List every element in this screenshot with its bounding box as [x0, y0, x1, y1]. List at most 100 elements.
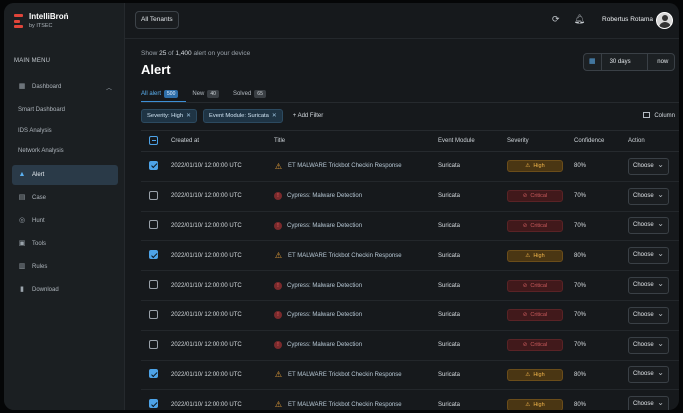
critical-icon: ! [274, 221, 282, 230]
column-button[interactable]: Column [643, 109, 675, 123]
logo[interactable]: IntelliBroń by ITSEC [14, 12, 69, 30]
severity-icon: ⊘ [522, 312, 528, 319]
action-select[interactable]: Choose [628, 187, 669, 205]
sidebar-item-tools[interactable]: ▣ Tools [12, 234, 118, 254]
severity-label: High [533, 163, 545, 170]
confidence-cell: 70% [574, 193, 587, 200]
close-icon[interactable]: ✕ [186, 113, 191, 119]
sidebar-item-alert[interactable]: ▲ Alert [12, 165, 118, 185]
alert-title-link[interactable]: Cypress: Malware Detection [287, 193, 362, 199]
severity-cell: ⚠ High [507, 368, 574, 381]
tab-all-alert[interactable]: All alert 500 [141, 88, 179, 100]
action-select[interactable]: Choose [628, 216, 669, 235]
action-select[interactable]: Choose [628, 276, 669, 295]
column-label: Column [654, 113, 675, 119]
alert-title-link[interactable]: Cypress: Malware Detection [287, 223, 362, 229]
table-row[interactable]: 2022/01/10/ 12:00:00 UTC! Cypress: Malwar… [141, 271, 679, 301]
event-module-cell: Suricata [438, 252, 461, 259]
row-checkbox[interactable] [149, 399, 158, 409]
action-select[interactable]: Choose [628, 246, 669, 265]
table-row[interactable]: 2022/01/10/ 12:00:00 UTC! Cypress: Malwar… [141, 301, 679, 331]
alert-title-link[interactable]: ET MALWARE Trickbot Checkin Response [288, 372, 402, 378]
sidebar-item-download[interactable]: ▮ Download [12, 280, 118, 300]
date-range-picker[interactable]: ▦ 30 days now [583, 53, 675, 71]
bell-icon[interactable]: 🔔︎ [574, 14, 585, 25]
header-created-at[interactable]: Created at [171, 138, 274, 144]
select-all-checkbox[interactable] [149, 135, 158, 145]
title-cell[interactable]: ! Cypress: Malware Detection [274, 311, 438, 320]
severity-badge: ⊘ Critical [507, 190, 563, 203]
severity-label: High [533, 401, 545, 408]
title-cell[interactable]: ⚠ ET MALWARE Trickbot Checkin Response [274, 370, 438, 379]
action-select[interactable]: Choose [628, 306, 669, 324]
calendar-icon[interactable]: ▦ [584, 54, 602, 70]
action-select[interactable]: Choose [628, 395, 669, 410]
alert-title-link[interactable]: Cypress: Malware Detection [287, 283, 362, 289]
user-name[interactable]: Robertus Rotama [602, 16, 653, 23]
row-checkbox[interactable] [149, 339, 158, 349]
header-severity[interactable]: Severity [507, 138, 574, 144]
table-row[interactable]: 2022/01/10/ 12:00:00 UTC ⚠ ET MALWARE Tric… [141, 152, 679, 182]
close-icon[interactable]: ✕ [272, 113, 277, 119]
filter-chip-severity[interactable]: Severity: High ✕ [141, 109, 197, 123]
row-checkbox[interactable] [149, 190, 158, 200]
refresh-icon[interactable]: ⟳ [552, 14, 560, 25]
table-row[interactable]: 2022/01/10/ 12:00:00 UTC ⚠ ET MALWARE Tric… [141, 390, 679, 410]
row-checkbox[interactable] [149, 369, 158, 379]
title-cell[interactable]: ! Cypress: Malware Detection [274, 221, 438, 230]
table-row[interactable]: 2022/01/10/ 12:00:00 UTC ⚠ ET MALWARE Tric… [141, 361, 679, 391]
sidebar-item-ids-analysis[interactable]: IDS Analysis [12, 121, 118, 141]
sidebar-item-network-analysis[interactable]: Network Analysis [12, 141, 118, 161]
action-select[interactable]: Choose [628, 336, 669, 354]
row-checkbox[interactable] [149, 160, 158, 170]
avatar[interactable] [656, 12, 673, 29]
app-name: IntelliBroń [29, 12, 69, 21]
alert-title-link[interactable]: Cypress: Malware Detection [287, 342, 362, 348]
alert-title-link[interactable]: Cypress: Malware Detection [287, 312, 362, 318]
alert-title-link[interactable]: ET MALWARE Trickbot Checkin Response [288, 253, 402, 259]
tab-solved[interactable]: Solved 65 [233, 88, 266, 100]
row-checkbox[interactable] [149, 220, 158, 230]
sidebar-item-smart-dashboard[interactable]: Smart Dashboard [12, 100, 118, 120]
range-now[interactable]: now [646, 54, 674, 70]
top-actions: ⟳ 🔔︎ [552, 14, 585, 25]
tab-count-badge: 500 [164, 90, 179, 98]
table-row[interactable]: 2022/01/10/ 12:00:00 UTC ⚠ ET MALWARE Tric… [141, 241, 679, 272]
sidebar-item-dashboard[interactable]: ▦ Dashboard ︿ [12, 77, 118, 97]
sidebar-item-case[interactable]: ▤ Case [12, 188, 118, 208]
row-checkbox[interactable] [149, 280, 158, 290]
alert-icon: ▲ [18, 171, 26, 178]
title-cell[interactable]: ! Cypress: Malware Detection [274, 341, 438, 350]
columns-icon [643, 112, 651, 118]
created-at-cell: 2022/01/10/ 12:00:00 UTC [171, 401, 242, 408]
row-checkbox[interactable] [149, 309, 158, 319]
header-title[interactable]: Title [274, 138, 438, 144]
action-select[interactable]: Choose [628, 157, 669, 175]
title-cell[interactable]: ! Cypress: Malware Detection [274, 192, 438, 201]
created-at-cell: 2022/01/10/ 12:00:00 UTC [171, 222, 242, 229]
alert-title-link[interactable]: ET MALWARE Trickbot Checkin Response [288, 402, 402, 408]
alert-title-link[interactable]: ET MALWARE Trickbot Checkin Response [288, 163, 402, 169]
filter-bar: Severity: High ✕ Event Module: Suricata ✕ … [141, 109, 323, 123]
sidebar-item-label: Alert [32, 172, 45, 178]
warning-icon: ⚠ [274, 251, 283, 261]
header-confidence[interactable]: Confidence [574, 138, 628, 144]
table-row[interactable]: 2022/01/10/ 12:00:00 UTC! Cypress: Malwar… [141, 331, 679, 361]
title-cell[interactable]: ! Cypress: Malware Detection [274, 281, 438, 290]
action-select[interactable]: Choose [628, 365, 669, 384]
add-filter-button[interactable]: + Add Filter [289, 113, 324, 119]
header-event-module[interactable]: Event Module [438, 138, 507, 144]
table-row[interactable]: 2022/01/10/ 12:00:00 UTC! Cypress: Malwar… [141, 212, 679, 242]
sidebar-item-rules[interactable]: ▥ Rules [12, 257, 118, 277]
range-value[interactable]: 30 days [602, 59, 647, 65]
sidebar-item-hunt[interactable]: ◎ Hunt [12, 211, 118, 231]
title-cell[interactable]: ⚠ ET MALWARE Trickbot Checkin Response [274, 251, 438, 260]
title-cell[interactable]: ⚠ ET MALWARE Trickbot Checkin Response [274, 400, 438, 409]
title-cell[interactable]: ⚠ ET MALWARE Trickbot Checkin Response [274, 162, 438, 171]
tab-new[interactable]: New 40 [192, 88, 219, 100]
filter-chip-event-module[interactable]: Event Module: Suricata ✕ [202, 109, 283, 123]
logo-mark-icon [14, 14, 23, 28]
row-checkbox[interactable] [149, 250, 158, 260]
tenant-selector-button[interactable]: All Tenants [135, 11, 179, 29]
table-row[interactable]: 2022/01/10/ 12:00:00 UTC! Cypress: Malwar… [141, 182, 679, 212]
